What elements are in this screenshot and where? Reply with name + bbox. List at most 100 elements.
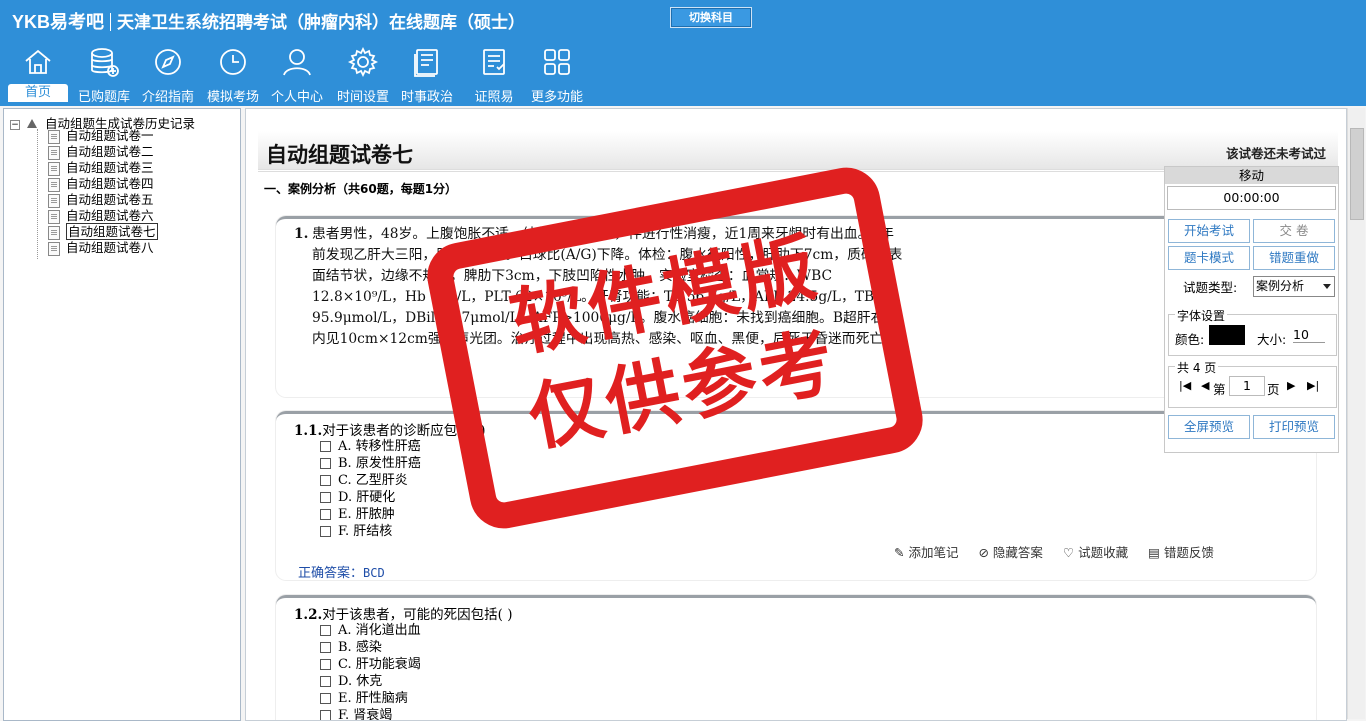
option-checkbox[interactable] <box>320 458 331 469</box>
nav-more[interactable]: 更多功能 <box>526 46 588 105</box>
page-suffix: 页 <box>1267 382 1280 397</box>
document-icon <box>48 146 60 160</box>
case-stem-card: 1. 患者男性，48岁。上腹饱胀不适、纳差乏力1月余，伴进行性消瘦，近1周来牙龈… <box>276 216 1316 397</box>
option-checkbox[interactable] <box>320 475 331 486</box>
tree-item-label: 自动组题试卷六 <box>66 208 154 223</box>
hide-answer-button[interactable]: ⊘ 隐藏答案 <box>978 545 1042 560</box>
user-icon <box>283 49 311 76</box>
tree-item-paper-6[interactable]: 自动组题试卷六 <box>42 208 158 224</box>
option-checkbox[interactable] <box>320 710 331 720</box>
option-e[interactable]: E. 肝性脑病 <box>320 690 421 707</box>
tree-item-paper-5[interactable]: 自动组题试卷五 <box>42 192 158 208</box>
option-checkbox[interactable] <box>320 441 331 452</box>
exam-status: 该试卷还未考试过 <box>1225 146 1326 161</box>
next-page-icon[interactable]: ▶ <box>1287 379 1295 392</box>
app-header: YKB易考吧 天津卫生系统招聘考试（肿瘤内科）在线题库（硕士） 切换科目 首页 已… <box>0 0 1366 106</box>
option-checkbox[interactable] <box>320 526 331 537</box>
feedback-icon: ▤ <box>1148 545 1164 560</box>
tree-item-paper-7[interactable]: 自动组题试卷七 <box>42 223 158 240</box>
pencil-icon: ✎ <box>894 545 909 560</box>
option-label: A. 消化道出血 <box>338 623 421 638</box>
page-input[interactable]: 1 <box>1229 376 1265 396</box>
add-note-button[interactable]: ✎ 添加笔记 <box>894 545 958 560</box>
question-type-select[interactable]: 案例分析 <box>1253 276 1335 297</box>
correct-answer: 正确答案：BCD <box>298 562 385 581</box>
nav-politics-label: 时事政治 <box>400 90 453 105</box>
tree-item-paper-2[interactable]: 自动组题试卷二 <box>42 144 158 160</box>
option-checkbox[interactable] <box>320 642 331 653</box>
panel-move-handle[interactable]: 移动 <box>1165 167 1338 184</box>
pagination: 共 4 页 |◀ ◀ 第 1 页 ▶ ▶| <box>1168 359 1337 408</box>
option-c[interactable]: C. 乙型肝炎 <box>320 472 421 489</box>
question-number: 1.2. <box>294 607 323 623</box>
option-c[interactable]: C. 肝功能衰竭 <box>320 656 421 673</box>
option-label: C. 肝功能衰竭 <box>338 657 421 672</box>
tree-collapse-icon[interactable]: − <box>10 120 20 130</box>
nav-purchased[interactable]: 已购题库 <box>72 46 136 105</box>
print-preview-button[interactable]: 打印预览 <box>1253 415 1335 439</box>
scrollbar-thumb[interactable] <box>1350 128 1364 220</box>
option-checkbox[interactable] <box>320 676 331 687</box>
nav-mock-exam[interactable]: 模拟考场 <box>202 46 264 105</box>
nav-guide[interactable]: 介绍指南 <box>138 46 198 105</box>
nav-profile[interactable]: 个人中心 <box>266 46 328 105</box>
vertical-scrollbar[interactable] <box>1347 108 1365 719</box>
option-f[interactable]: F. 肝结核 <box>320 523 421 540</box>
favorite-button[interactable]: ♡ 试题收藏 <box>1063 545 1128 560</box>
option-label: B. 感染 <box>338 640 382 655</box>
option-d[interactable]: D. 休克 <box>320 673 421 690</box>
font-size-label: 大小: <box>1257 332 1287 347</box>
option-e[interactable]: E. 肝脓肿 <box>320 506 421 523</box>
question-type-value: 案例分析 <box>1256 279 1305 293</box>
card-mode-button[interactable]: 题卡模式 <box>1168 246 1250 270</box>
prev-page-icon[interactable]: ◀ <box>1201 379 1209 392</box>
start-exam-button[interactable]: 开始考试 <box>1168 219 1250 243</box>
option-d[interactable]: D. 肝硬化 <box>320 489 421 506</box>
option-checkbox[interactable] <box>320 509 331 520</box>
logo: YKB易考吧 <box>12 12 105 32</box>
option-checkbox[interactable] <box>320 693 331 704</box>
exam-timer: 00:00:00 <box>1167 186 1336 210</box>
question-type-label: 试题类型: <box>1183 280 1238 295</box>
tree-item-paper-4[interactable]: 自动组题试卷四 <box>42 176 158 192</box>
nav-time-settings[interactable]: 时间设置 <box>332 46 394 105</box>
last-page-icon[interactable]: ▶| <box>1307 379 1319 392</box>
font-size-input[interactable]: 10 <box>1293 327 1325 343</box>
first-page-icon[interactable]: |◀ <box>1179 379 1191 392</box>
brand: YKB易考吧 天津卫生系统招聘考试（肿瘤内科）在线题库（硕士） <box>12 8 525 34</box>
tool-label: 添加笔记 <box>908 545 959 560</box>
home-icon <box>25 49 51 74</box>
option-b[interactable]: B. 感染 <box>320 639 421 656</box>
font-color-swatch[interactable] <box>1209 325 1245 345</box>
option-label: E. 肝性脑病 <box>338 691 408 706</box>
option-checkbox[interactable] <box>320 625 331 636</box>
submit-button[interactable]: 交 卷 <box>1253 219 1335 243</box>
tree-item-paper-8[interactable]: 自动组题试卷八 <box>42 240 158 256</box>
fullscreen-preview-button[interactable]: 全屏预览 <box>1168 415 1250 439</box>
nav-politics[interactable]: 时事政治 <box>396 46 458 105</box>
tree-item-label: 自动组题试卷八 <box>66 240 154 255</box>
page-count: 共 4 页 <box>1175 359 1219 376</box>
answer-label: 正确答案： <box>298 566 364 581</box>
report-error-button[interactable]: ▤ 错题反馈 <box>1148 545 1214 560</box>
tree-item-label: 自动组题试卷七 <box>66 223 158 240</box>
chevron-down-icon <box>1323 284 1331 289</box>
switch-subject-button[interactable]: 切换科目 <box>670 7 752 28</box>
font-settings-legend: 字体设置 <box>1175 307 1228 324</box>
tree-item-paper-1[interactable]: 自动组题试卷一 <box>42 128 158 144</box>
option-label: D. 肝硬化 <box>338 490 396 505</box>
option-checkbox[interactable] <box>320 659 331 670</box>
option-a[interactable]: A. 转移性肝癌 <box>320 438 421 455</box>
tool-label: 隐藏答案 <box>992 545 1043 560</box>
option-label: B. 原发性肝癌 <box>338 456 421 471</box>
history-tree: − 自动组题生成试卷历史记录 自动组题试卷一 自动组题试卷二 自动组题试卷三 自… <box>3 108 241 721</box>
nav-home[interactable]: 首页 <box>8 46 68 104</box>
option-b[interactable]: B. 原发性肝癌 <box>320 455 421 472</box>
option-label: D. 休克 <box>338 674 383 689</box>
option-a[interactable]: A. 消化道出血 <box>320 622 421 639</box>
nav-certificate[interactable]: 证照易 <box>464 46 524 105</box>
tree-item-label: 自动组题试卷二 <box>66 144 154 159</box>
tree-item-paper-3[interactable]: 自动组题试卷三 <box>42 160 158 176</box>
option-checkbox[interactable] <box>320 492 331 503</box>
redo-wrong-button[interactable]: 错题重做 <box>1253 246 1335 270</box>
